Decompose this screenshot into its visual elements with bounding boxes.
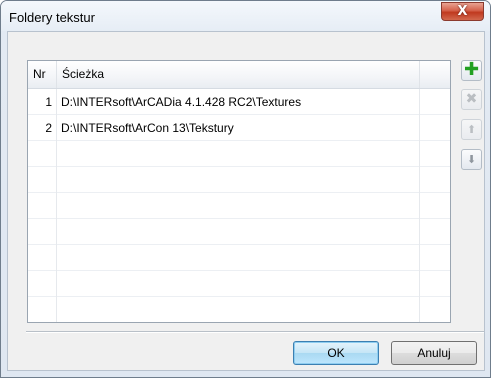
column-header-extra (420, 61, 450, 88)
row-path (57, 219, 420, 245)
empty-row (28, 245, 450, 271)
grid-header: Nr Ścieżka (28, 61, 450, 89)
empty-row (28, 193, 450, 219)
row-number (28, 193, 57, 219)
texture-folders-grid[interactable]: Nr Ścieżka 1 D:\INTERsoft\ArCADia 4.1.428… (27, 60, 451, 323)
row-extra-cell (420, 271, 450, 297)
row-extra-cell (420, 219, 450, 245)
cancel-button[interactable]: Anuluj (391, 341, 477, 365)
table-row[interactable]: 1 D:\INTERsoft\ArCADia 4.1.428 RC2\Textur… (28, 89, 450, 115)
empty-row (28, 271, 450, 297)
row-extra-cell (420, 193, 450, 219)
button-separator (26, 331, 484, 333)
row-extra-cell (420, 297, 450, 322)
row-number (28, 297, 57, 322)
add-icon: ✚ (463, 59, 480, 80)
row-path (57, 297, 420, 322)
row-path (57, 167, 420, 193)
arrow-up-icon: ⬆ (466, 123, 477, 136)
move-up-button[interactable]: ⬆ (461, 119, 482, 140)
empty-row (28, 167, 450, 193)
move-down-button[interactable]: ⬇ (461, 149, 482, 170)
row-path (57, 245, 420, 271)
window-title: Foldery tekstur (9, 10, 95, 25)
row-path (57, 271, 420, 297)
ok-button[interactable]: OK (293, 341, 379, 365)
row-extra-cell (420, 141, 450, 167)
arrow-down-icon: ⬇ (466, 153, 477, 166)
row-number (28, 219, 57, 245)
row-path: D:\INTERsoft\ArCon 13\Tekstury (57, 115, 420, 141)
row-number: 2 (28, 115, 57, 141)
row-extra-cell (420, 89, 450, 115)
row-number (28, 271, 57, 297)
row-path: D:\INTERsoft\ArCADia 4.1.428 RC2\Texture… (57, 89, 420, 115)
delete-icon: ✖ (465, 91, 478, 107)
empty-row (28, 141, 450, 167)
delete-folder-button[interactable]: ✖ (461, 89, 482, 110)
add-folder-button[interactable]: ✚ (461, 60, 482, 81)
row-number (28, 167, 57, 193)
title-bar[interactable]: Foldery tekstur X (1, 1, 490, 31)
dialog-body: Nr Ścieżka 1 D:\INTERsoft\ArCADia 4.1.428… (7, 31, 485, 371)
row-extra-cell (420, 245, 450, 271)
dialog-window: Foldery tekstur X Nr Ścieżka 1 D:\INTERso… (0, 0, 491, 378)
row-extra-cell (420, 115, 450, 141)
row-path (57, 141, 420, 167)
empty-row (28, 297, 450, 322)
empty-row (28, 219, 450, 245)
column-header-nr[interactable]: Nr (28, 61, 57, 88)
row-extra-cell (420, 167, 450, 193)
row-number: 1 (28, 89, 57, 115)
column-header-path[interactable]: Ścieżka (57, 61, 420, 88)
close-button[interactable]: X (441, 2, 484, 21)
row-number (28, 141, 57, 167)
table-row[interactable]: 2 D:\INTERsoft\ArCon 13\Tekstury (28, 115, 450, 141)
row-path (57, 193, 420, 219)
row-number (28, 245, 57, 271)
